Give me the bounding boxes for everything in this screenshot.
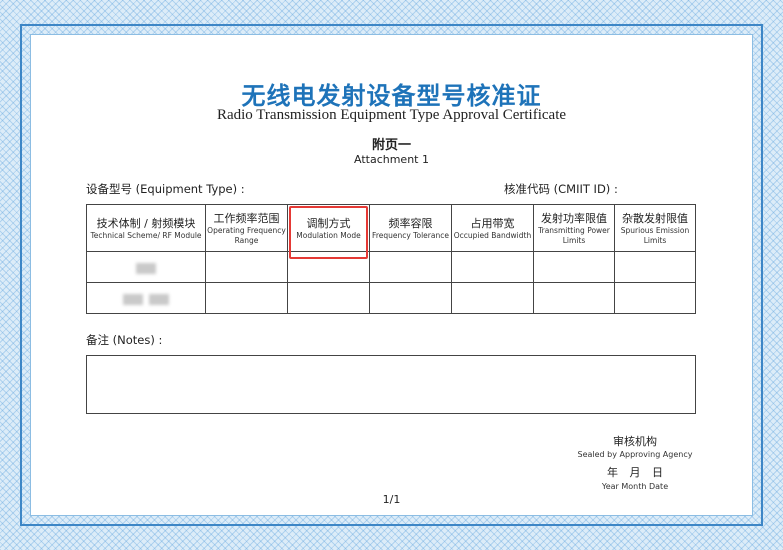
date-label-en: Year Month Date [601,482,669,491]
redacted-cell [86,282,206,314]
column-header-en: Transmitting Power Limits [538,225,610,245]
column-header-en: Occupied Bandwidth [453,230,532,240]
column-header-en: Spurious Emission Limits [620,225,690,245]
column-header-technical-scheme: 技术体制 / 射频模块 Technical Scheme/ RF Module [86,204,206,252]
notes-label: 备注 (Notes) : [86,333,163,347]
agency-label-cn: 审核机构 [613,435,657,448]
table-cell [533,282,615,314]
table-cell [533,251,615,283]
attachment-label-cn: 附页一 [371,138,411,153]
table-cell [451,282,534,314]
certificate-title-cn: 无线电发射设备型号核准证 [241,81,542,110]
page-number: 1/1 [382,493,401,506]
table-cell [451,251,534,283]
redacted-text [136,262,156,274]
column-header-frequency-range: 工作频率范围 Operating Frequency Range [205,204,288,252]
column-header-frequency-tolerance: 频率容限 Frequency Tolerance [369,204,452,252]
certificate-title-en: Radio Transmission Equipment Type Approv… [216,107,567,123]
approving-agency-block: 审核机构 Sealed by Approving Agency 年 月 日 Ye… [560,434,710,492]
specification-table: 技术体制 / 射频模块 Technical Scheme/ RF Module … [86,204,696,314]
column-header-cn: 占用带宽 [470,216,515,230]
column-header-occupied-bandwidth: 占用带宽 Occupied Bandwidth [451,204,534,252]
table-cell [614,282,696,314]
column-header-spurious-limits: 杂散发射限值 Spurious Emission Limits [614,204,696,252]
table-header-row: 技术体制 / 射频模块 Technical Scheme/ RF Module … [86,204,696,259]
table-cell [205,251,288,283]
table-cell [614,251,696,283]
cmiit-id-label: 核准代码 (CMIIT ID) : [504,182,618,196]
column-header-cn: 工作频率范围 [213,211,280,225]
redacted-cell [86,251,206,283]
redacted-text [149,293,169,305]
redacted-text [123,293,143,305]
highlight-box [289,206,368,259]
table-cell [369,251,452,283]
column-header-en: Operating Frequency Range [207,225,286,245]
table-cell [205,282,288,314]
column-header-cn: 发射功率限值 [541,211,607,225]
column-header-cn: 频率容限 [388,216,433,230]
equipment-type-label: 设备型号 (Equipment Type) : [86,182,245,196]
table-cell [287,282,370,314]
certificate-page: 无线电发射设备型号核准证 Radio Transmission Equipmen… [0,0,783,550]
date-label-cn: 年 月 日 [607,466,663,479]
column-header-cn: 杂散发射限值 [622,211,688,225]
agency-label-en: Sealed by Approving Agency [577,450,693,459]
table-row [86,282,696,314]
table-row [86,251,696,283]
column-header-cn: 技术体制 / 射频模块 [96,216,196,230]
notes-box [86,355,696,414]
column-header-power-limits: 发射功率限值 Transmitting Power Limits [533,204,615,252]
column-header-en: Technical Scheme/ RF Module [90,230,202,240]
column-header-en: Frequency Tolerance [372,230,449,240]
attachment-label-en: Attachment 1 [354,153,429,166]
column-header-modulation-mode: 调制方式 Modulation Mode [287,204,370,259]
table-cell [369,282,452,314]
